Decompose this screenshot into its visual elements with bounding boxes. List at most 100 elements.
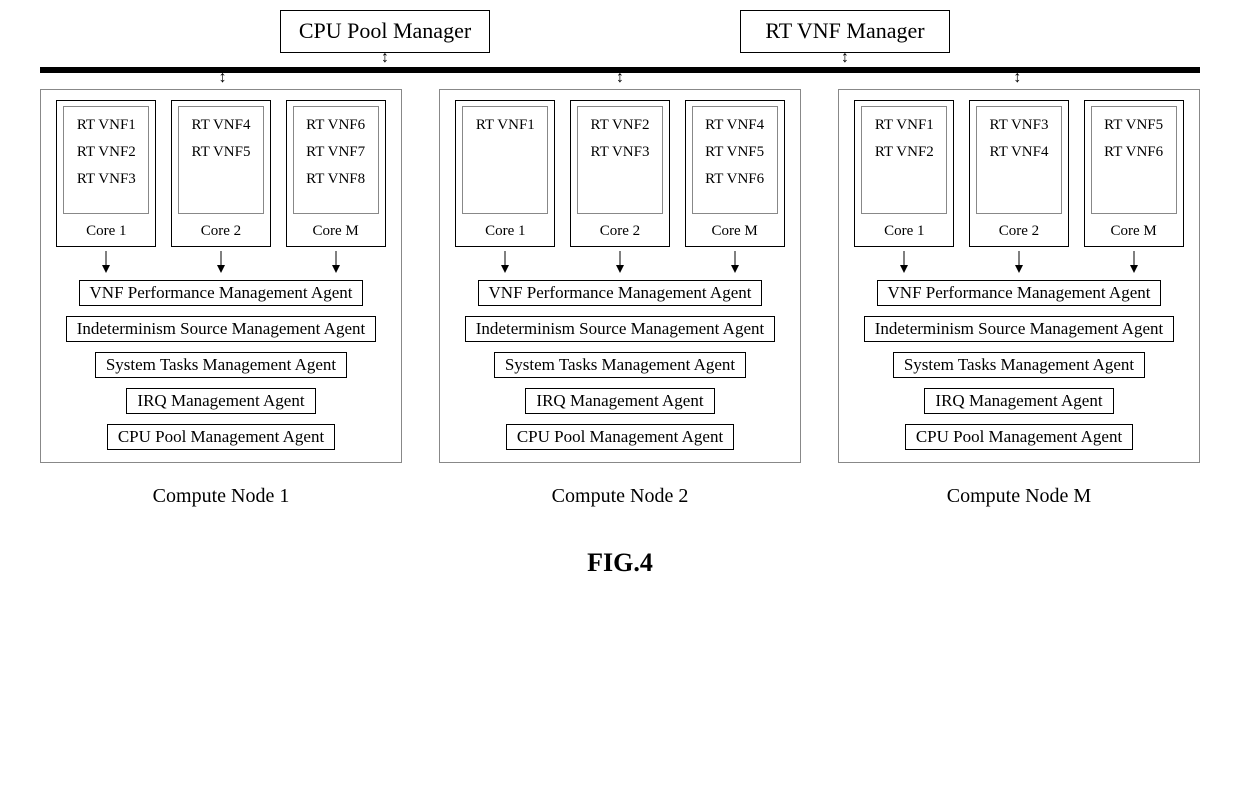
core-label: Core 1: [855, 219, 953, 246]
figure-label: FIG.4: [40, 548, 1200, 578]
manager-arrows: ↕ ↕: [40, 53, 1200, 67]
compute-nodes-row: RT VNF1 RT VNF2 RT VNF3 Core 1 RT VNF4 R…: [40, 89, 1200, 463]
node-arrows: ↕ ↕ ↕: [40, 73, 1200, 87]
vnf-item: RT VNF7: [294, 144, 378, 161]
agent-box: System Tasks Management Agent: [893, 352, 1145, 378]
agent-box: System Tasks Management Agent: [95, 352, 347, 378]
down-arrow-icon: [1128, 251, 1140, 273]
vnf-list: RT VNF1: [462, 106, 548, 214]
core-label: Core 2: [172, 219, 270, 246]
vnf-item: RT VNF3: [578, 144, 662, 161]
core-label: Core 1: [57, 219, 155, 246]
core-box: RT VNF2 RT VNF3 Core 2: [570, 100, 670, 247]
compute-node: RT VNF1 Core 1 RT VNF2 RT VNF3 Core 2 RT…: [439, 89, 801, 463]
agent-box: System Tasks Management Agent: [494, 352, 746, 378]
compute-node-label: Compute Node 1: [40, 485, 402, 508]
vnf-item: RT VNF3: [64, 171, 148, 188]
bus-row: ↕ ↕ ↕ ↕ ↕: [40, 53, 1200, 87]
cores-row: RT VNF1 Core 1 RT VNF2 RT VNF3 Core 2 RT…: [452, 100, 788, 247]
vnf-item: RT VNF2: [578, 117, 662, 134]
down-arrow-icon: [330, 251, 342, 273]
vnf-item: RT VNF4: [179, 117, 263, 134]
compute-node: RT VNF1 RT VNF2 RT VNF3 Core 1 RT VNF4 R…: [40, 89, 402, 463]
vnf-list: RT VNF2 RT VNF3: [577, 106, 663, 214]
core-box: RT VNF4 RT VNF5 Core 2: [171, 100, 271, 247]
agent-box: CPU Pool Management Agent: [905, 424, 1133, 450]
vnf-item: RT VNF6: [294, 117, 378, 134]
double-arrow-icon: ↕: [841, 53, 849, 67]
node-labels-row: Compute Node 1 Compute Node 2 Compute No…: [40, 485, 1200, 508]
agent-box: VNF Performance Management Agent: [877, 280, 1162, 306]
agent-box: IRQ Management Agent: [126, 388, 315, 414]
cpu-pool-manager-box: CPU Pool Manager: [280, 10, 490, 53]
double-arrow-icon: ↕: [381, 53, 389, 67]
vnf-list: RT VNF3 RT VNF4: [976, 106, 1062, 214]
vnf-item: RT VNF4: [977, 144, 1061, 161]
core-box: RT VNF1 RT VNF2 RT VNF3 Core 1: [56, 100, 156, 247]
vnf-list: RT VNF1 RT VNF2 RT VNF3: [63, 106, 149, 214]
core-label: Core M: [686, 219, 784, 246]
vnf-item: RT VNF5: [1092, 117, 1176, 134]
core-box: RT VNF1 Core 1: [455, 100, 555, 247]
down-arrow-icon: [898, 251, 910, 273]
vnf-item: RT VNF1: [862, 117, 946, 134]
vnf-list: RT VNF1 RT VNF2: [861, 106, 947, 214]
core-box: RT VNF3 RT VNF4 Core 2: [969, 100, 1069, 247]
core-box: RT VNF5 RT VNF6 Core M: [1084, 100, 1184, 247]
agent-box: IRQ Management Agent: [525, 388, 714, 414]
core-box: RT VNF6 RT VNF7 RT VNF8 Core M: [286, 100, 386, 247]
agent-box: Indeterminism Source Management Agent: [864, 316, 1174, 342]
agent-box: VNF Performance Management Agent: [478, 280, 763, 306]
rt-vnf-manager-box: RT VNF Manager: [740, 10, 950, 53]
down-arrow-icon: [729, 251, 741, 273]
agent-box: CPU Pool Management Agent: [107, 424, 335, 450]
double-arrow-icon: ↕: [1013, 73, 1021, 87]
core-arrows-row: [53, 251, 389, 276]
agent-box: Indeterminism Source Management Agent: [465, 316, 775, 342]
vnf-item: RT VNF6: [1092, 144, 1176, 161]
vnf-item: RT VNF4: [693, 117, 777, 134]
agent-box: VNF Performance Management Agent: [79, 280, 364, 306]
core-box: RT VNF4 RT VNF5 RT VNF6 Core M: [685, 100, 785, 247]
vnf-item: RT VNF2: [862, 144, 946, 161]
core-box: RT VNF1 RT VNF2 Core 1: [854, 100, 954, 247]
vnf-item: RT VNF2: [64, 144, 148, 161]
compute-node-label: Compute Node M: [838, 485, 1200, 508]
vnf-list: RT VNF4 RT VNF5 RT VNF6: [692, 106, 778, 214]
down-arrow-icon: [499, 251, 511, 273]
agent-box: CPU Pool Management Agent: [506, 424, 734, 450]
double-arrow-icon: ↕: [219, 73, 227, 87]
down-arrow-icon: [215, 251, 227, 273]
agent-box: IRQ Management Agent: [924, 388, 1113, 414]
vnf-item: RT VNF1: [64, 117, 148, 134]
cores-row: RT VNF1 RT VNF2 RT VNF3 Core 1 RT VNF4 R…: [53, 100, 389, 247]
vnf-item: RT VNF8: [294, 171, 378, 188]
down-arrow-icon: [100, 251, 112, 273]
down-arrow-icon: [1013, 251, 1025, 273]
down-arrow-icon: [614, 251, 626, 273]
vnf-list: RT VNF6 RT VNF7 RT VNF8: [293, 106, 379, 214]
agent-box: Indeterminism Source Management Agent: [66, 316, 376, 342]
core-label: Core 1: [456, 219, 554, 246]
compute-node: RT VNF1 RT VNF2 Core 1 RT VNF3 RT VNF4 C…: [838, 89, 1200, 463]
vnf-item: RT VNF3: [977, 117, 1061, 134]
vnf-item: RT VNF6: [693, 171, 777, 188]
vnf-item: RT VNF5: [179, 144, 263, 161]
vnf-item: RT VNF1: [463, 117, 547, 134]
core-label: Core M: [287, 219, 385, 246]
managers-row: CPU Pool Manager RT VNF Manager: [40, 10, 1200, 53]
core-label: Core 2: [970, 219, 1068, 246]
vnf-list: RT VNF5 RT VNF6: [1091, 106, 1177, 214]
double-arrow-icon: ↕: [616, 73, 624, 87]
core-arrows-row: [452, 251, 788, 276]
vnf-item: RT VNF5: [693, 144, 777, 161]
core-arrows-row: [851, 251, 1187, 276]
agents-list: VNF Performance Management Agent Indeter…: [851, 280, 1187, 450]
vnf-list: RT VNF4 RT VNF5: [178, 106, 264, 214]
core-label: Core 2: [571, 219, 669, 246]
compute-node-label: Compute Node 2: [439, 485, 801, 508]
core-label: Core M: [1085, 219, 1183, 246]
agents-list: VNF Performance Management Agent Indeter…: [53, 280, 389, 450]
cores-row: RT VNF1 RT VNF2 Core 1 RT VNF3 RT VNF4 C…: [851, 100, 1187, 247]
agents-list: VNF Performance Management Agent Indeter…: [452, 280, 788, 450]
